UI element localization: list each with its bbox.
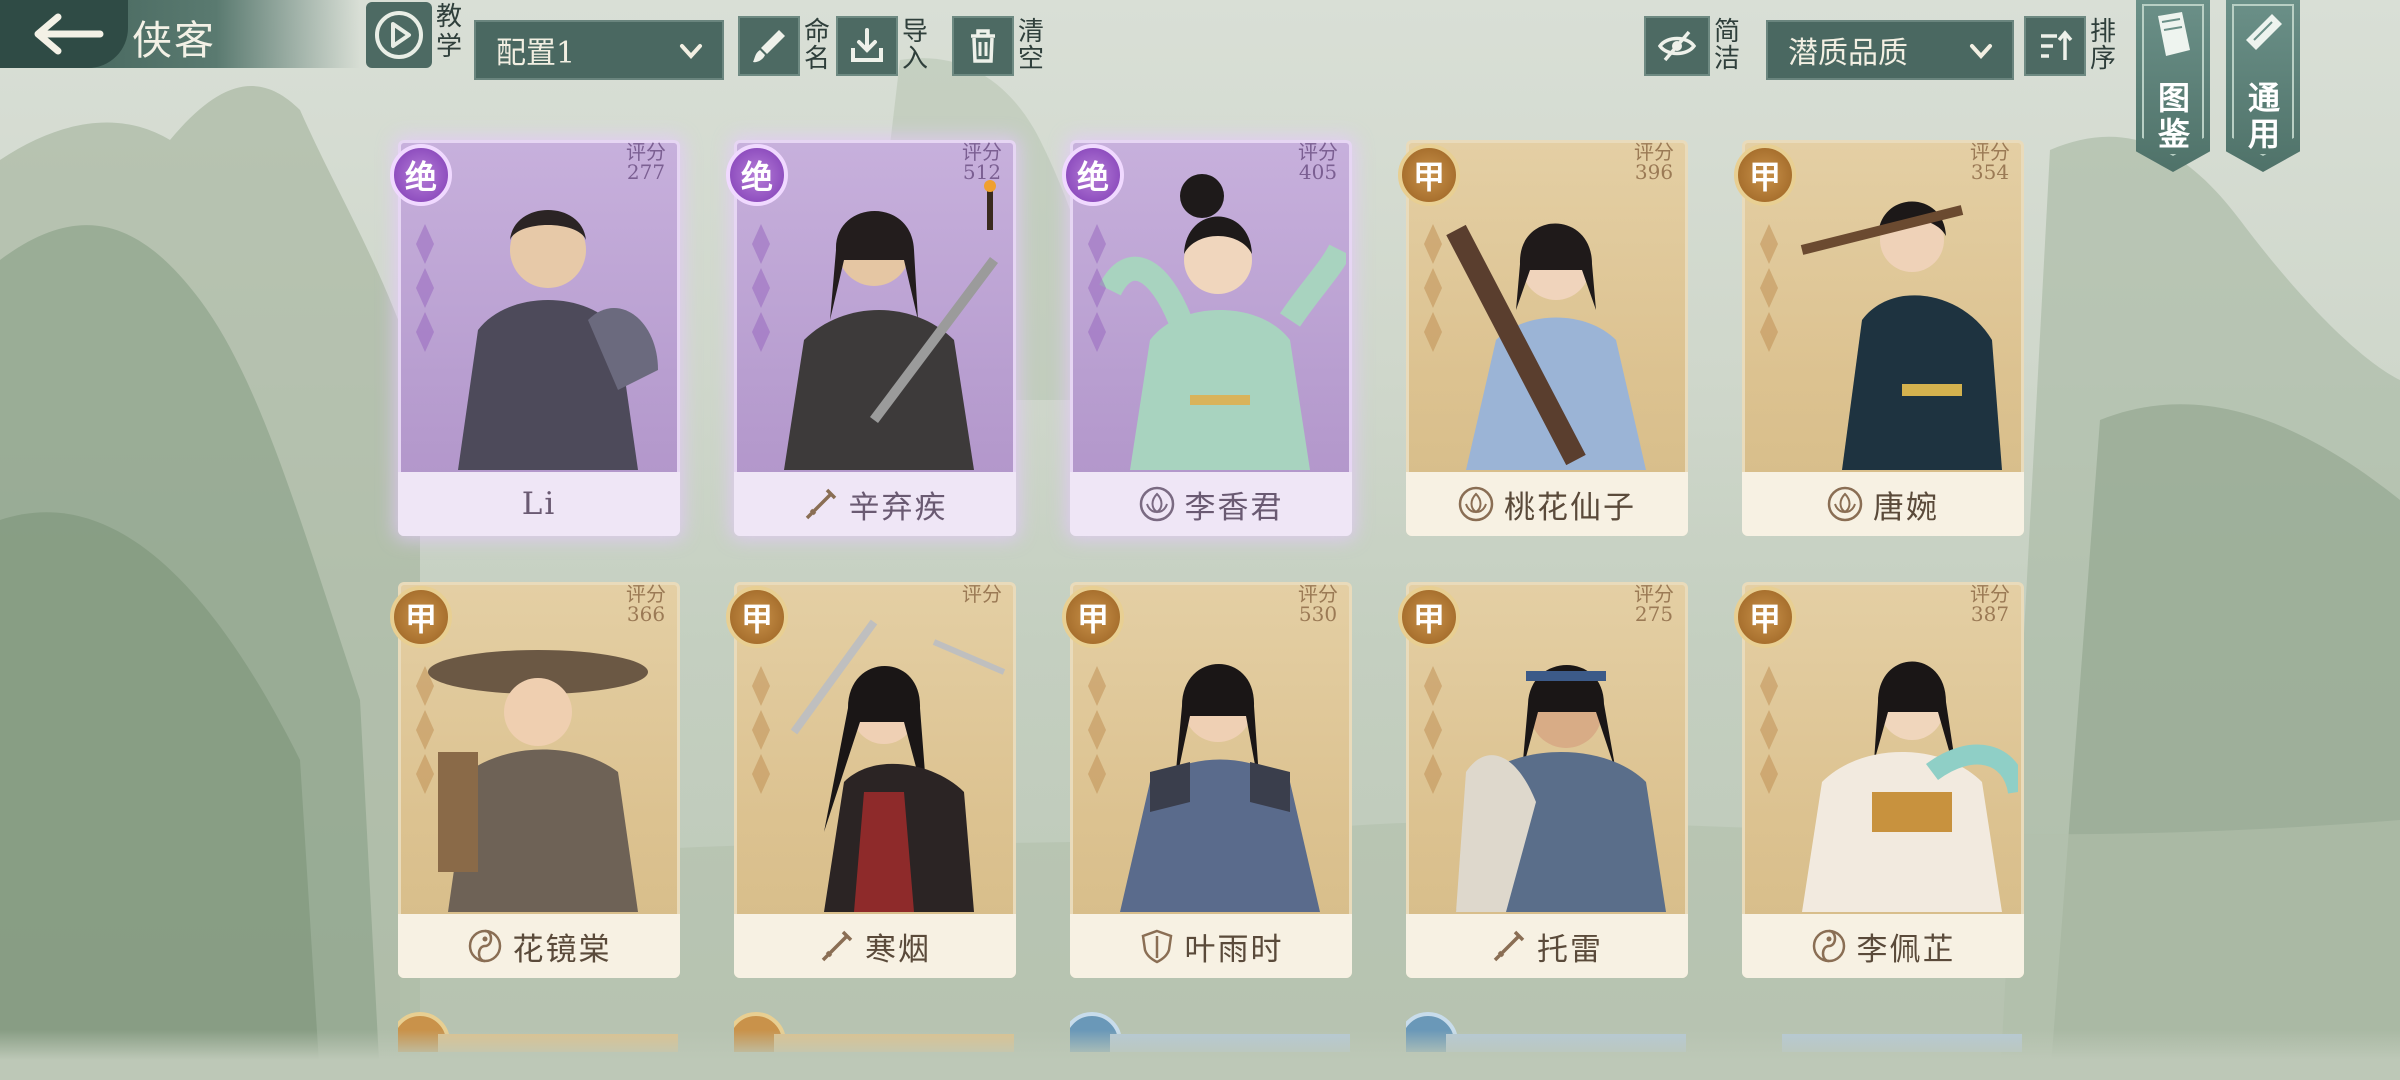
- tutorial-label: 教学: [436, 2, 463, 62]
- rank-badge: 甲: [1398, 586, 1460, 648]
- taiji-icon: [468, 929, 501, 963]
- hero-card[interactable]: 甲 评分 530 叶雨时: [1062, 582, 1352, 978]
- hero-portrait: [1800, 201, 2002, 470]
- hero-card[interactable]: 绝 评分 512 辛弃疾: [726, 140, 1016, 536]
- chevron-down-icon: [1970, 44, 1992, 59]
- sort-select[interactable]: 潜质品质: [1766, 20, 2014, 80]
- score-display: 评分 512: [962, 140, 1002, 184]
- hero-name: 花镜棠: [512, 931, 612, 968]
- play-icon: [375, 11, 423, 59]
- rank-badge: 甲: [1734, 586, 1796, 648]
- score-display: 评分 387: [1970, 582, 2010, 626]
- score-display: 评分: [962, 582, 1002, 606]
- brush-icon: [753, 30, 785, 63]
- hero-portrait: [458, 210, 658, 470]
- score-display: 评分 275: [1634, 582, 1674, 626]
- hero-card[interactable]: 甲 评分 366 花镜棠: [390, 582, 680, 978]
- lotus-icon: [1139, 486, 1174, 522]
- sort-icon: [2041, 30, 2073, 60]
- hero-portrait: [1120, 664, 1320, 912]
- clear-button[interactable]: 清空: [952, 16, 1046, 76]
- config-select-value: 配置1: [496, 36, 576, 71]
- general-label: 通用: [2247, 79, 2280, 153]
- hero-portrait: [1099, 174, 1346, 470]
- rank-badge: 绝: [726, 144, 788, 206]
- rank-badge: 甲: [726, 586, 788, 648]
- hero-card[interactable]: 甲 评分 275 托雷: [1398, 582, 1688, 978]
- rank-badge: 甲: [1398, 144, 1460, 206]
- hero-portrait: [1446, 223, 1646, 470]
- score-display: 评分 530: [1298, 582, 1338, 626]
- sword-icon: [1493, 930, 1525, 962]
- rank-badge: 甲: [390, 586, 452, 648]
- lotus-icon: [1827, 486, 1863, 522]
- hero-card[interactable]: 甲 评分 396 桃花仙子: [1398, 140, 1688, 536]
- hero-name: 李香君: [1184, 489, 1284, 526]
- simple-mode-label: 简洁: [1714, 17, 1741, 74]
- rank-badge: 绝: [1062, 144, 1124, 206]
- page-title: 侠客: [132, 18, 216, 64]
- hero-card[interactable]: 甲 评分 387 李佩芷: [1734, 582, 2024, 978]
- hero-card[interactable]: 甲 评分 寒烟: [726, 582, 1016, 978]
- hero-portrait: [1802, 661, 2018, 912]
- chevron-down-icon: [680, 44, 702, 59]
- score-display: 评分 354: [1970, 140, 2010, 184]
- general-banner-button[interactable]: 通用: [2226, 0, 2300, 172]
- sort-label: 排序: [2090, 17, 2117, 74]
- score-display: 评分 405: [1298, 140, 1338, 184]
- hero-name: Li: [521, 486, 557, 522]
- rename-label: 命名: [804, 17, 831, 74]
- atlas-banner-button[interactable]: 图鉴: [2136, 0, 2210, 172]
- score-display: 评分 277: [626, 140, 666, 184]
- arrow-left-icon: [34, 13, 104, 55]
- atlas-label: 图鉴: [2157, 79, 2190, 153]
- hero-name: 托雷: [1537, 931, 1603, 968]
- tutorial-button[interactable]: 教学: [366, 2, 464, 68]
- hero-portrait: [428, 650, 648, 912]
- simple-mode-toggle[interactable]: 简洁: [1644, 16, 1742, 76]
- hero-name: 唐婉: [1873, 489, 1939, 526]
- bottom-fade: [0, 1030, 2400, 1080]
- header-bar: 侠客: [0, 0, 360, 68]
- import-button[interactable]: 导入: [836, 16, 930, 76]
- hero-portrait: [790, 619, 1006, 912]
- hero-name: 李佩芷: [1856, 931, 1956, 968]
- download-icon: [851, 28, 883, 62]
- scroll-icon: [2246, 14, 2282, 50]
- hero-card[interactable]: 绝 评分 405 李香君: [1062, 140, 1352, 536]
- score-display: 评分 366: [626, 582, 666, 626]
- rank-badge: 甲: [1734, 144, 1796, 206]
- back-button[interactable]: [0, 0, 128, 68]
- clear-label: 清空: [1018, 17, 1045, 74]
- sort-select-value: 潜质品质: [1788, 36, 1908, 71]
- sword-icon: [821, 930, 853, 962]
- rank-badge: 绝: [390, 144, 452, 206]
- taiji-icon: [1812, 929, 1845, 963]
- book-icon: [2158, 12, 2190, 56]
- hero-card[interactable]: 甲 评分 354 唐婉: [1734, 140, 2024, 536]
- hero-portrait: [784, 180, 998, 470]
- score-display: 评分 396: [1634, 140, 1674, 184]
- rename-button[interactable]: 命名: [738, 16, 832, 76]
- lotus-icon: [1458, 486, 1494, 522]
- config-select[interactable]: 配置1: [474, 20, 724, 80]
- shield-icon: [1141, 929, 1172, 964]
- sort-button[interactable]: 排序: [2024, 16, 2118, 76]
- hero-name: 寒烟: [865, 931, 931, 968]
- hero-name: 辛弃疾: [848, 489, 948, 526]
- hero-name: 桃花仙子: [1504, 489, 1636, 526]
- import-label: 导入: [902, 17, 929, 74]
- hero-card[interactable]: 绝 评分 277 Li: [390, 140, 680, 536]
- hero-portrait: [1456, 665, 1666, 912]
- sword-icon: [805, 488, 836, 520]
- hero-name: 叶雨时: [1184, 931, 1284, 968]
- trash-icon: [971, 29, 995, 63]
- rank-badge: 甲: [1062, 586, 1124, 648]
- eye-hidden-icon: [1657, 30, 1697, 62]
